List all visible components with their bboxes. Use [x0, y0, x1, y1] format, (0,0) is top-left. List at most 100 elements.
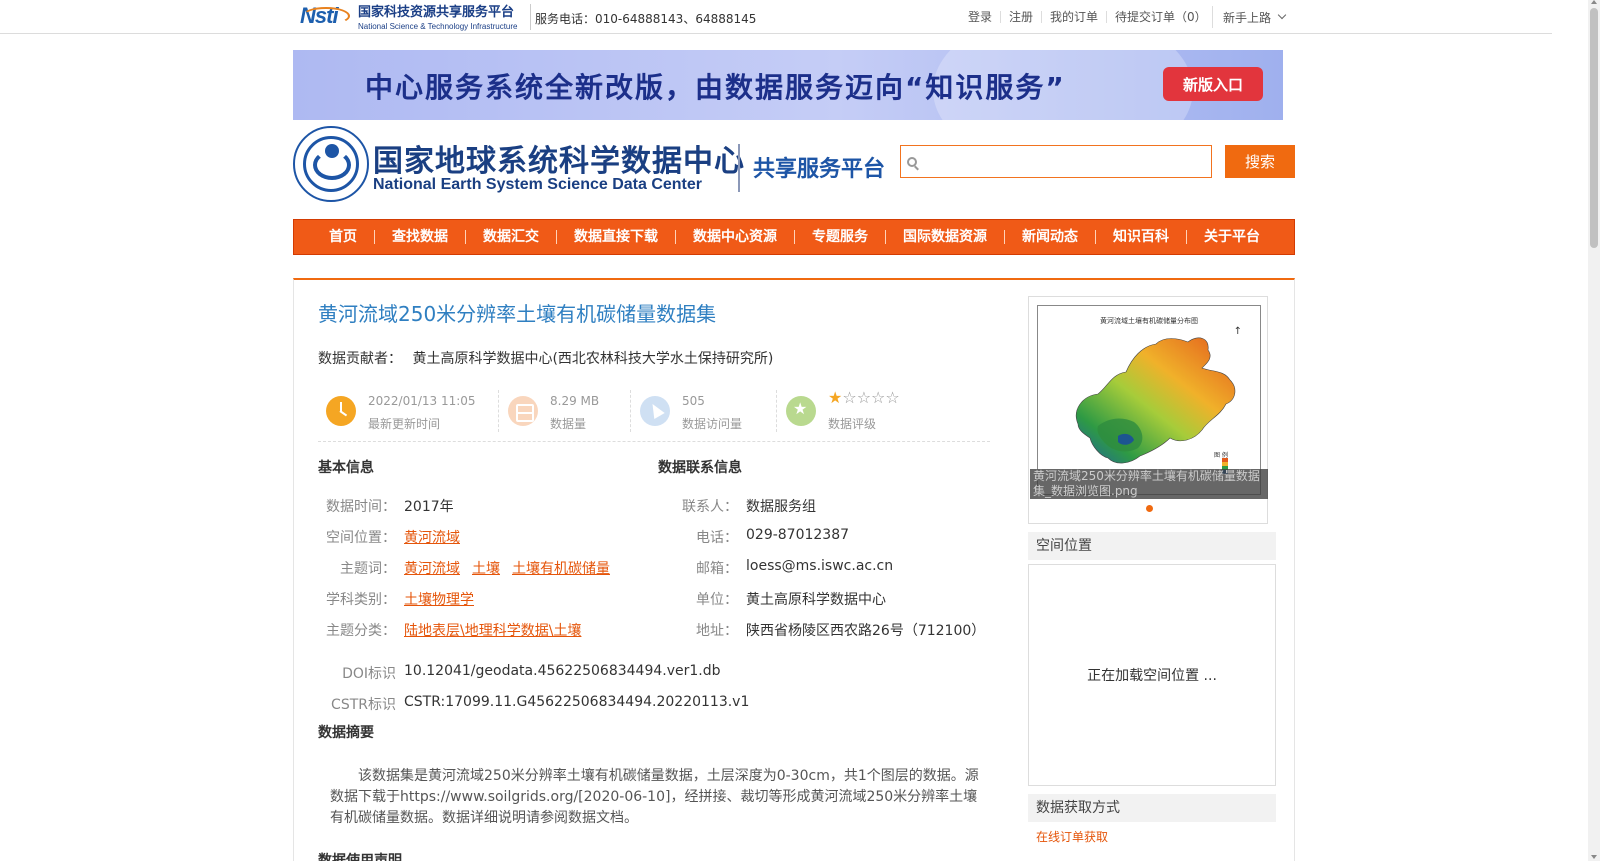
contact-value: 数据服务组: [746, 499, 816, 515]
spatial-map[interactable]: 正在加载空间位置 ...: [1028, 564, 1276, 786]
top-bar: Nsti 国家科技资源共享服务平台 National Science & Tec…: [0, 0, 1552, 34]
nsti-logo[interactable]: Nsti 国家科技资源共享服务平台 National Science & Tec…: [300, 2, 522, 31]
rating-star-icon[interactable]: ★: [828, 388, 842, 407]
stat-divider: [630, 390, 631, 432]
phone-label: 电话：: [696, 530, 738, 546]
abstract-heading: 数据摘要: [318, 725, 374, 741]
beginner-guide-dropdown[interactable]: 新手上路: [1212, 6, 1287, 28]
cstr-value: CSTR:17099.11.G45622506834494.20220113.v…: [404, 694, 750, 710]
contact-email: 邮箱： loess@ms.iswc.ac.cn: [660, 558, 893, 578]
basic-info-heading: 基本信息: [318, 460, 374, 476]
nav-find-data[interactable]: 查找数据: [374, 230, 465, 244]
access-heading: 数据获取方式: [1028, 794, 1276, 822]
contact-phone: 电话： 029-87012387: [660, 527, 849, 547]
keywords-label: 主题词：: [340, 561, 396, 577]
online-order-link[interactable]: 在线订单获取: [1036, 828, 1108, 845]
banner-text: 中心服务系统全新改版，由数据服务迈向“知识服务”: [365, 71, 1066, 104]
search-button[interactable]: 搜索: [1225, 145, 1295, 178]
nav-encyclopedia[interactable]: 知识百科: [1095, 230, 1186, 244]
nav-about[interactable]: 关于平台: [1186, 230, 1277, 244]
rating-star-icon[interactable]: ☆: [871, 388, 885, 407]
time-value: 2017年: [404, 499, 454, 515]
pending-orders-link[interactable]: 待提交订单（0）: [1106, 11, 1215, 23]
rating-stars[interactable]: ★☆☆☆☆: [828, 388, 900, 407]
new-version-button[interactable]: 新版入口: [1163, 67, 1263, 101]
keyword-link[interactable]: 土壤有机碳储量: [512, 558, 610, 578]
scroll-down-icon[interactable]: [1591, 855, 1597, 859]
nsti-logo-mark: Nsti: [300, 3, 354, 29]
rating-star-icon[interactable]: ☆: [885, 388, 899, 407]
thumbnail-legend-title: 图 例: [1214, 452, 1228, 459]
register-link[interactable]: 注册: [1000, 11, 1041, 23]
unit-value: 黄土高原科学数据中心: [746, 592, 886, 608]
nav-news[interactable]: 新闻动态: [1004, 230, 1095, 244]
visits-label: 数据访问量: [682, 417, 743, 431]
thumbnail-image[interactable]: 黄河流域土壤有机碳储量分布图 ↑ 图 例: [1037, 305, 1261, 495]
category-label: 主题分类：: [326, 623, 396, 639]
stat-divider: [776, 390, 777, 432]
login-link[interactable]: 登录: [960, 11, 1000, 23]
chevron-down-icon: [1277, 10, 1287, 20]
stat-updated: 2022/01/13 11:05 最新更新时间: [318, 388, 498, 432]
cursor-icon: [640, 396, 670, 426]
info-cstr: CSTR标识 CSTR:17099.11.G45622506834494.202…: [318, 694, 749, 714]
info-time: 数据时间： 2017年: [318, 496, 454, 516]
soil-carbon-map: [1076, 337, 1236, 474]
dataset-contributor: 数据贡献者： 黄土高原科学数据中心(西北农林科技大学水土保持研究所): [318, 348, 773, 368]
location-label: 空间位置：: [326, 530, 396, 546]
promo-banner[interactable]: 中心服务系统全新改版，由数据服务迈向“知识服务” 新版入口: [293, 50, 1283, 120]
rating-star-icon[interactable]: ☆: [857, 388, 871, 407]
carousel-dot[interactable]: [1146, 505, 1153, 512]
discipline-link[interactable]: 土壤物理学: [404, 589, 474, 609]
nav-topic-services[interactable]: 专题服务: [794, 230, 885, 244]
updated-value: 2022/01/13 11:05: [368, 394, 476, 408]
location-link[interactable]: 黄河流域: [404, 527, 460, 547]
size-value: 8.29 MB: [550, 394, 600, 408]
nav-data-submission[interactable]: 数据汇交: [465, 230, 556, 244]
scroll-thumb[interactable]: [1590, 8, 1598, 248]
contact-label: 联系人：: [682, 499, 738, 515]
page-scrollbar[interactable]: [1588, 0, 1600, 861]
center-logo[interactable]: 国家地球系统科学数据中心 National Earth System Scien…: [293, 126, 893, 202]
nav-center-resources[interactable]: 数据中心资源: [675, 230, 794, 244]
beginner-guide-label: 新手上路: [1223, 10, 1272, 25]
email-value[interactable]: loess@ms.iswc.ac.cn: [746, 558, 893, 578]
info-keywords: 主题词： 黄河流域 土壤 土壤有机碳储量: [318, 558, 610, 578]
scroll-up-icon[interactable]: [1591, 0, 1597, 4]
address-value: 陕西省杨陵区西农路26号（712100）: [746, 623, 986, 639]
search-icon: [907, 156, 917, 167]
updated-label: 最新更新时间: [368, 417, 441, 431]
nsti-logo-cn: 国家科技资源共享服务平台: [358, 5, 515, 20]
doi-label: DOI标识: [342, 666, 396, 682]
phone-value: 029-87012387: [746, 527, 850, 543]
nav-direct-download[interactable]: 数据直接下载: [556, 230, 675, 244]
unit-label: 单位：: [696, 592, 738, 608]
stat-divider: [498, 390, 499, 432]
stat-visits: 505 数据访问量: [632, 388, 772, 432]
visits-value: 505: [682, 394, 705, 408]
clock-icon: [326, 396, 356, 426]
my-orders-link[interactable]: 我的订单: [1041, 11, 1106, 23]
dataset-stats: 2022/01/13 11:05 最新更新时间 8.29 MB 数据量 505 …: [318, 386, 990, 442]
star-badge-icon: [786, 396, 816, 426]
spatial-loading-text: 正在加载空间位置 ...: [1087, 668, 1217, 684]
platform-name: 共享服务平台: [753, 157, 886, 182]
nsti-logo-en: National Science & Technology Infrastruc…: [358, 22, 518, 31]
stat-size: 8.29 MB 数据量: [500, 388, 630, 432]
service-phone: 服务电话：010-64888143、64888145: [535, 12, 757, 26]
info-location: 空间位置： 黄河流域: [318, 527, 460, 547]
nav-international-data[interactable]: 国际数据资源: [885, 230, 1004, 244]
thumbnail-card[interactable]: 黄河流域土壤有机碳储量分布图 ↑ 图 例 黄河流域250米分辨率土壤有机碳储量数…: [1028, 296, 1268, 524]
contact-person: 联系人： 数据服务组: [660, 496, 816, 516]
abstract-text: 该数据集是黄河流域250米分辨率土壤有机碳储量数据，土层深度为0-30cm，共1…: [330, 768, 979, 826]
keyword-link[interactable]: 土壤: [472, 558, 500, 578]
category-link[interactable]: 陆地表层\地理科学数据\土壤: [404, 620, 581, 640]
rating-star-icon[interactable]: ☆: [842, 388, 856, 407]
nav-home[interactable]: 首页: [312, 230, 374, 244]
logo-divider: [738, 144, 740, 192]
stat-rating: ★☆☆☆☆ 数据评级: [778, 388, 958, 432]
top-divider: [530, 4, 531, 30]
search-input[interactable]: [917, 146, 1211, 177]
keyword-link[interactable]: 黄河流域: [404, 558, 460, 578]
contact-unit: 单位： 黄土高原科学数据中心: [660, 589, 886, 609]
